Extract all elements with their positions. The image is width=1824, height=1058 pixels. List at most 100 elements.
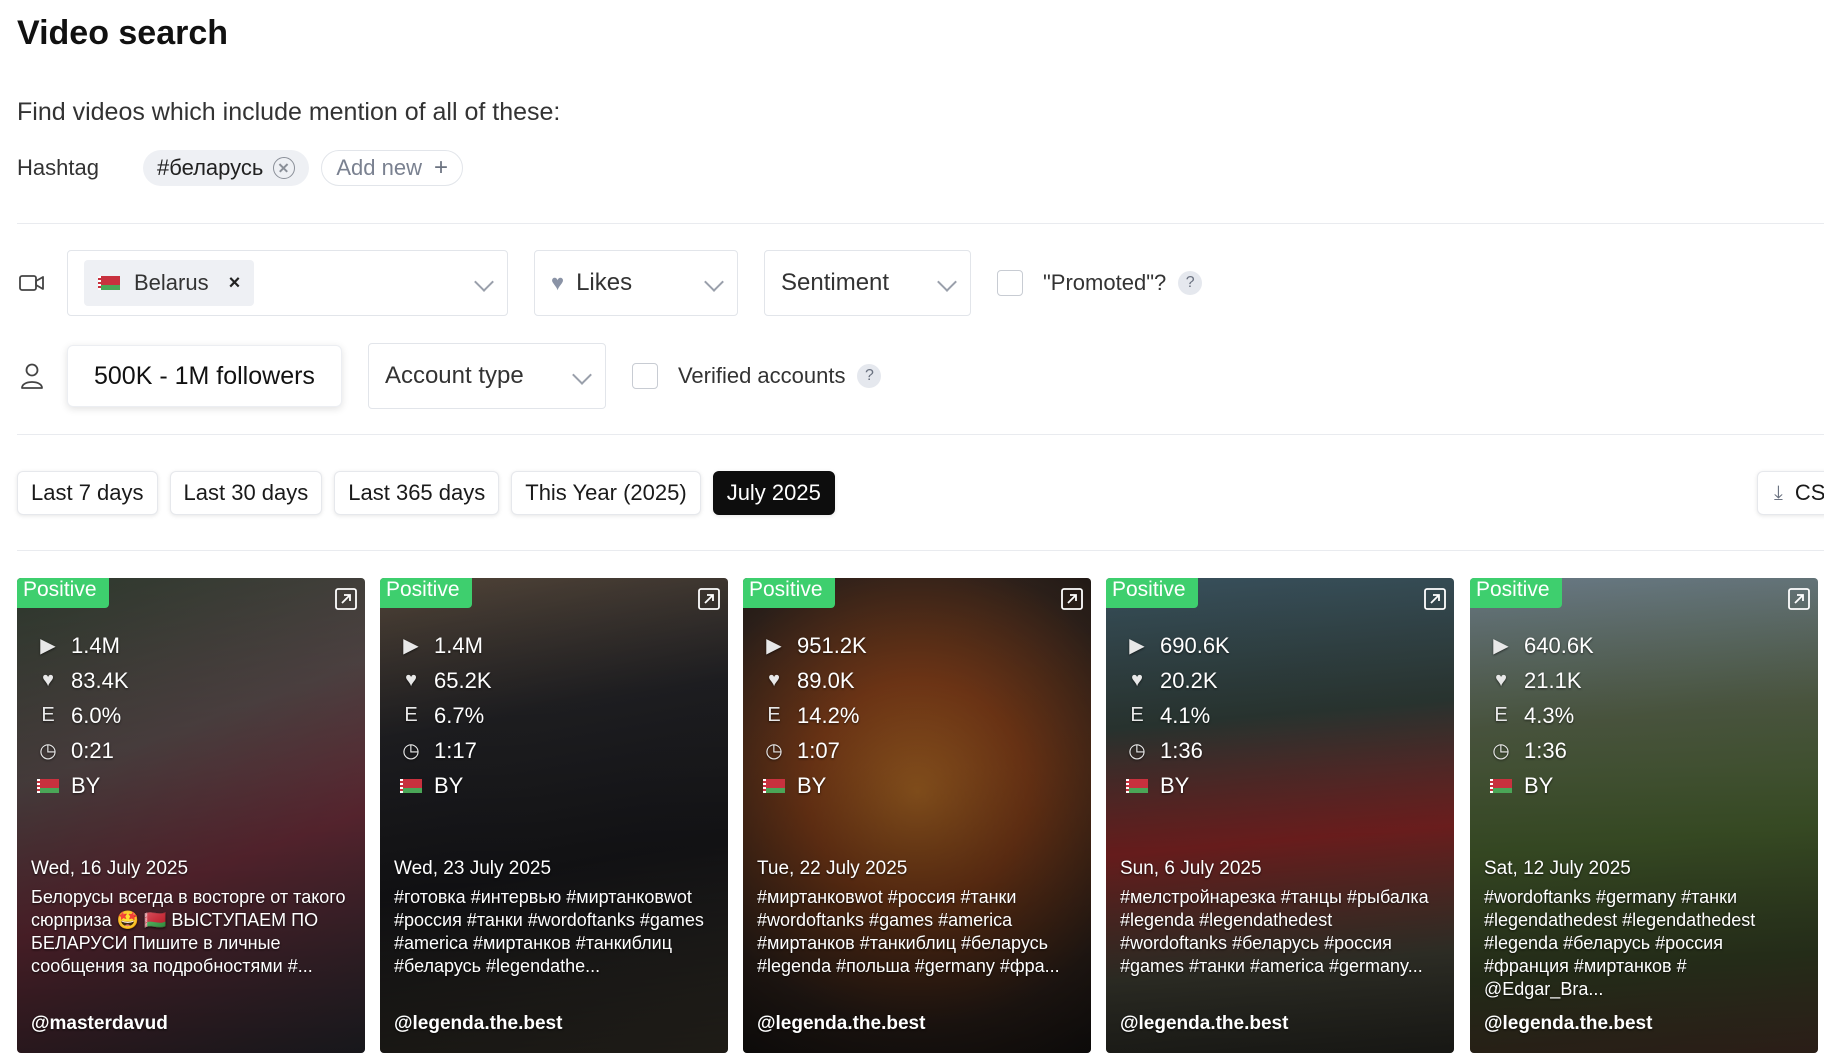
video-stats: ▶ 1.4M ♥ 83.4K E 6.0% ◷ 0:21 BY — [37, 628, 129, 803]
likes-stat: ♥ 83.4K — [37, 663, 128, 698]
plus-icon: + — [434, 154, 449, 181]
sentiment-select[interactable]: Sentiment — [764, 250, 971, 316]
add-hashtag-button[interactable]: Add new + — [321, 150, 464, 186]
likes-stat: ♥ 20.2K — [1126, 663, 1230, 698]
sentiment-badge: Positive — [17, 578, 109, 608]
account-type-select[interactable]: Account type — [367, 343, 606, 409]
promoted-label: "Promoted"? — [1043, 270, 1167, 295]
duration-value: 1:07 — [797, 737, 840, 763]
country-stat: BY — [37, 768, 129, 803]
likes-select[interactable]: ♥ Likes — [534, 250, 738, 316]
download-icon: ⤓ — [1774, 481, 1783, 504]
hashtag-chip[interactable]: #беларусь — [143, 150, 310, 186]
video-caption: Wed, 16 July 2025 Белорусы всегда в вост… — [31, 858, 355, 1001]
period-this-year[interactable]: This Year (2025) — [511, 471, 701, 515]
followers-range-label: 500K - 1M followers — [94, 361, 315, 390]
open-external-icon[interactable] — [1788, 588, 1810, 610]
sentiment-select-label: Sentiment — [781, 269, 890, 296]
hashtag-row: Hashtag #беларусь Add new + — [17, 150, 475, 186]
engagement-stat: E 4.3% — [1490, 698, 1594, 733]
help-icon[interactable]: ? — [1178, 271, 1203, 295]
video-caption: Sat, 12 July 2025 #wordoftanks #germany … — [1484, 858, 1808, 1001]
sentiment-badge: Positive — [1106, 578, 1198, 608]
play-icon: ▶ — [1493, 635, 1509, 657]
open-external-icon[interactable] — [698, 588, 720, 610]
play-icon: ▶ — [40, 635, 56, 657]
user-icon — [17, 361, 47, 391]
hashtag-label: Hashtag — [17, 155, 99, 180]
country-value: BY — [434, 772, 464, 798]
views-stat: ▶ 640.6K — [1490, 628, 1593, 663]
remove-circle-icon[interactable] — [273, 157, 296, 179]
duration-stat: ◷ 1:17 — [400, 733, 492, 768]
duration-stat: ◷ 1:36 — [1490, 733, 1594, 768]
country-chip[interactable]: Belarus × — [84, 260, 255, 306]
country-chip-label: Belarus — [134, 270, 209, 295]
engagement-icon: E — [404, 704, 418, 726]
video-author[interactable]: @legenda.the.best — [394, 1013, 562, 1035]
hashtag-chip-label: #беларусь — [157, 155, 264, 180]
period-last-30-days[interactable]: Last 30 days — [169, 471, 323, 515]
sentiment-badge: Positive — [743, 578, 835, 608]
engagement-value: 6.0% — [71, 702, 122, 728]
video-stats: ▶ 640.6K ♥ 21.1K E 4.3% ◷ 1:36 BY — [1490, 628, 1594, 803]
chevron-down-icon — [937, 272, 957, 292]
country-select[interactable]: Belarus × — [67, 250, 508, 316]
video-card[interactable]: Positive ▶ 640.6K ♥ 21.1K E 4.3% ◷ 1:36 BY S… — [1470, 578, 1818, 1053]
clock-icon: ◷ — [1128, 740, 1146, 762]
promoted-checkbox[interactable] — [997, 270, 1023, 296]
open-external-icon[interactable] — [1424, 588, 1446, 610]
views-stat: ▶ 690.6K — [1126, 628, 1230, 663]
video-card[interactable]: Positive ▶ 951.2K ♥ 89.0K E 14.2% ◷ 1:07 BY … — [743, 578, 1091, 1053]
video-author[interactable]: @legenda.the.best — [1120, 1013, 1288, 1035]
heart-icon: ♥ — [405, 669, 417, 691]
likes-value: 20.2K — [1160, 667, 1218, 693]
engagement-value: 4.1% — [1160, 702, 1211, 728]
belarus-flag-icon — [1490, 778, 1512, 793]
open-external-icon[interactable] — [1061, 588, 1083, 610]
country-value: BY — [797, 772, 827, 798]
period-last-7-days[interactable]: Last 7 days — [17, 471, 158, 515]
play-icon: ▶ — [403, 635, 419, 657]
video-author[interactable]: @legenda.the.best — [757, 1013, 925, 1035]
engagement-icon: E — [1130, 704, 1144, 726]
play-icon: ▶ — [1129, 635, 1145, 657]
remove-country-icon[interactable]: × — [229, 272, 241, 295]
likes-stat: ♥ 89.0K — [763, 663, 867, 698]
open-external-icon[interactable] — [335, 588, 357, 610]
page-title: Video search — [17, 14, 229, 52]
video-author[interactable]: @legenda.the.best — [1484, 1013, 1652, 1035]
chevron-down-icon — [572, 365, 592, 385]
account-type-label: Account type — [384, 362, 524, 389]
views-value: 690.6K — [1160, 632, 1230, 658]
video-author[interactable]: @masterdavud — [31, 1013, 168, 1035]
video-card[interactable]: Positive ▶ 1.4M ♥ 65.2K E 6.7% ◷ 1:17 BY Wed… — [380, 578, 728, 1053]
video-card[interactable]: Positive ▶ 1.4M ♥ 83.4K E 6.0% ◷ 0:21 BY Wed… — [17, 578, 365, 1053]
verified-checkbox[interactable] — [631, 363, 658, 389]
add-hashtag-label: Add new — [336, 155, 422, 180]
help-icon[interactable]: ? — [857, 364, 882, 388]
video-results: Positive ▶ 1.4M ♥ 83.4K E 6.0% ◷ 0:21 BY Wed… — [17, 578, 1824, 1058]
video-card[interactable]: Positive ▶ 690.6K ♥ 20.2K E 4.1% ◷ 1:36 BY S… — [1106, 578, 1454, 1053]
engagement-icon: E — [767, 704, 781, 726]
export-csv-button[interactable]: ⤓ CSV — [1757, 471, 1824, 515]
heart-icon: ♥ — [768, 669, 780, 691]
likes-value: 65.2K — [434, 667, 492, 693]
video-stats: ▶ 690.6K ♥ 20.2K E 4.1% ◷ 1:36 BY — [1126, 628, 1230, 803]
search-subtitle: Find videos which include mention of all… — [17, 98, 561, 126]
video-description: #миртанковwot #россия #танки #wordoftank… — [757, 887, 1060, 976]
followers-range-button[interactable]: 500K - 1M followers — [67, 345, 342, 407]
video-description: #готовка #интервью #миртанковwot #россия… — [394, 887, 704, 976]
video-stats: ▶ 1.4M ♥ 65.2K E 6.7% ◷ 1:17 BY — [400, 628, 492, 803]
period-last-365-days[interactable]: Last 365 days — [334, 471, 500, 515]
period-july-2025[interactable]: July 2025 — [712, 471, 835, 515]
duration-stat: ◷ 1:07 — [763, 733, 867, 768]
views-stat: ▶ 1.4M — [37, 628, 129, 663]
chevron-down-icon — [474, 272, 494, 292]
clock-icon: ◷ — [765, 740, 783, 762]
country-value: BY — [71, 772, 101, 798]
engagement-value: 14.2% — [797, 702, 860, 728]
engagement-value: 6.7% — [434, 702, 485, 728]
duration-value: 1:36 — [1524, 737, 1567, 763]
heart-icon: ♥ — [1495, 669, 1507, 691]
